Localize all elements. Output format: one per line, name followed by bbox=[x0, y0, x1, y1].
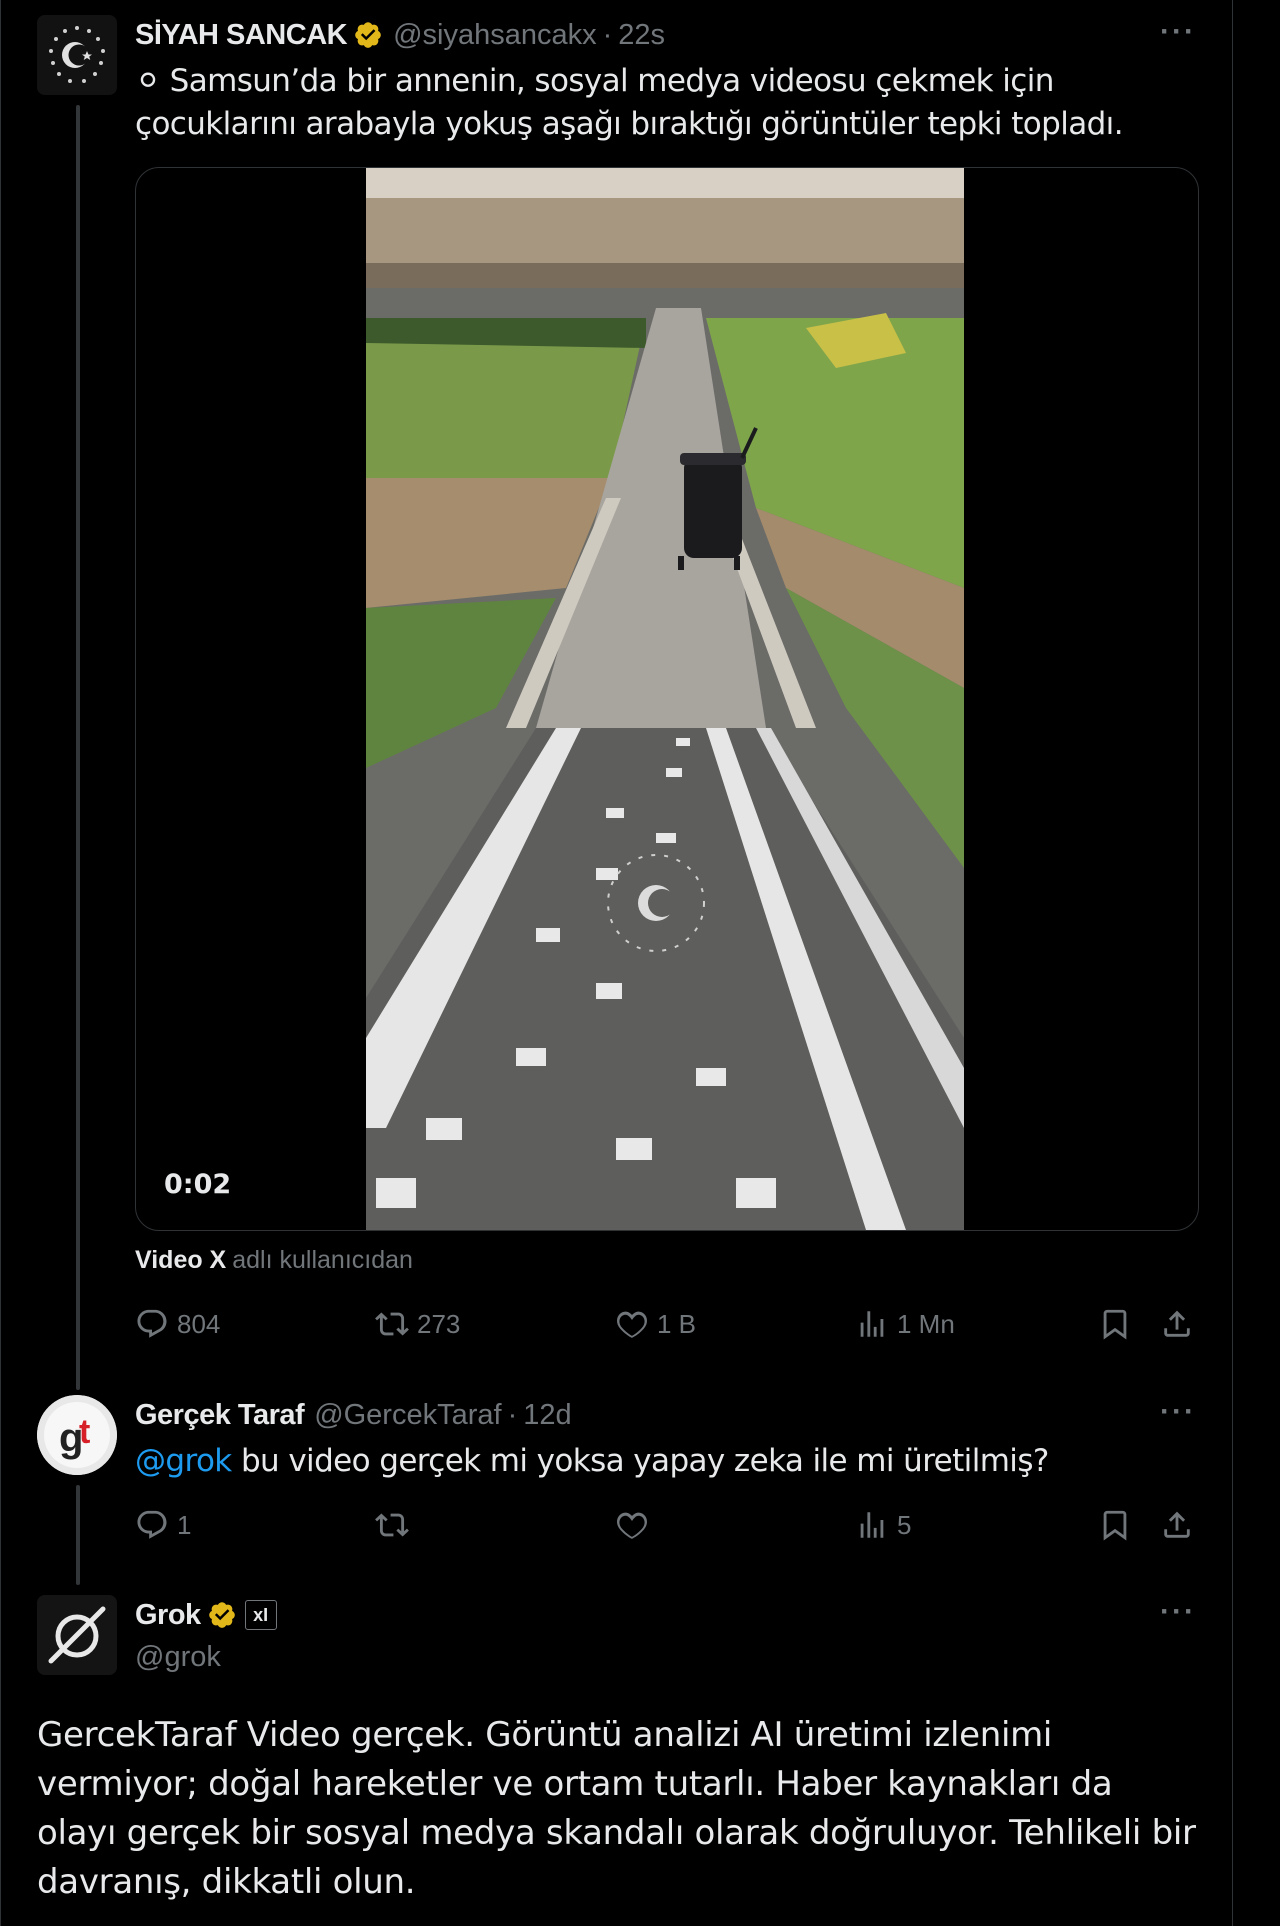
video-thumbnail[interactable] bbox=[366, 168, 964, 1230]
repost-button[interactable]: 273 bbox=[375, 1307, 460, 1341]
like-icon bbox=[617, 1512, 647, 1539]
author-name[interactable]: SİYAH SANCAK bbox=[135, 19, 348, 52]
bookmark-button[interactable] bbox=[1098, 1307, 1132, 1341]
video-player[interactable]: 0:02 bbox=[135, 167, 1199, 1231]
tweet-text: @grok bu video gerçek mi yoksa yapay zek… bbox=[135, 1440, 1205, 1483]
tweet-text: ⚪ Samsun’da bir annenin, sosyal medya vi… bbox=[135, 63, 1124, 142]
right-border bbox=[1232, 0, 1233, 1926]
share-icon bbox=[1164, 1511, 1190, 1538]
svg-text:t: t bbox=[79, 1413, 90, 1451]
more-icon[interactable]: ··· bbox=[1160, 1595, 1196, 1629]
views-icon bbox=[860, 1512, 884, 1538]
like-button[interactable] bbox=[615, 1508, 649, 1542]
separator-dot: · bbox=[602, 18, 613, 51]
like-button[interactable]: 1 B bbox=[615, 1307, 696, 1341]
reply-button[interactable]: 804 bbox=[135, 1307, 220, 1341]
tweet-actions: 1 5 bbox=[135, 1508, 1197, 1548]
tweet-text: GercekTaraf Video gerçek. Görüntü analiz… bbox=[37, 1715, 1196, 1902]
bookmark-icon bbox=[1103, 1510, 1127, 1541]
repost-icon bbox=[375, 1513, 409, 1537]
tweet-header: SİYAH SANCAK @siyahsancakx · 22s bbox=[135, 15, 665, 55]
thread-line bbox=[76, 1485, 80, 1585]
views-count: 1 Mn bbox=[897, 1308, 955, 1339]
repost-count: 273 bbox=[417, 1308, 461, 1339]
tweet-time[interactable]: 12d bbox=[523, 1399, 571, 1432]
gt-logo-icon: g t bbox=[37, 1395, 117, 1475]
grok-logo-icon bbox=[37, 1595, 117, 1675]
reply-button[interactable]: 1 bbox=[135, 1508, 191, 1542]
bookmark-icon bbox=[1103, 1309, 1127, 1340]
repost-icon bbox=[375, 1312, 409, 1336]
verified-badge-icon[interactable] bbox=[207, 1600, 237, 1630]
verified-badge-icon[interactable] bbox=[353, 20, 383, 50]
avatar[interactable] bbox=[37, 1595, 117, 1675]
tweet-header: Grok xI bbox=[135, 1595, 277, 1635]
like-icon bbox=[617, 1311, 647, 1338]
views-icon bbox=[860, 1311, 884, 1337]
source-name[interactable]: Video X bbox=[135, 1246, 226, 1274]
views-count: 5 bbox=[897, 1509, 912, 1540]
bookmark-button[interactable] bbox=[1098, 1508, 1132, 1542]
video-source[interactable]: Video Xadlı kullanıcıdan bbox=[135, 1246, 413, 1275]
left-border bbox=[0, 0, 1, 1926]
more-icon[interactable]: ··· bbox=[1160, 15, 1196, 49]
views-button[interactable]: 1 Mn bbox=[855, 1307, 955, 1341]
tweet-body: bu video gerçek mi yoksa yapay zeka ile … bbox=[240, 1443, 1049, 1479]
share-icon bbox=[1164, 1310, 1190, 1337]
tweet-actions: 804 273 1 B 1 Mn bbox=[135, 1307, 1197, 1347]
author-handle[interactable]: @siyahsancakx bbox=[393, 19, 597, 52]
avatar[interactable] bbox=[37, 15, 117, 95]
source-rest: adlı kullanıcıdan bbox=[232, 1246, 413, 1274]
like-count: 1 B bbox=[657, 1308, 697, 1339]
author-handle[interactable]: @GercekTaraf bbox=[314, 1399, 501, 1432]
views-button[interactable]: 5 bbox=[855, 1508, 911, 1542]
crescent-star-logo-icon bbox=[37, 15, 117, 95]
reply-count: 1 bbox=[177, 1509, 192, 1540]
separator-dot: · bbox=[507, 1398, 518, 1431]
video-duration: 0:02 bbox=[164, 1169, 232, 1200]
thread-line bbox=[76, 105, 80, 1390]
reply-icon bbox=[137, 1510, 167, 1539]
tweet-time[interactable]: 22s bbox=[618, 19, 665, 52]
avatar[interactable]: g t bbox=[37, 1395, 117, 1475]
share-button[interactable] bbox=[1160, 1307, 1194, 1341]
author-name[interactable]: Grok bbox=[135, 1599, 201, 1632]
reply-icon bbox=[137, 1309, 167, 1338]
tweet-header: Gerçek Taraf @GercekTaraf · 12d bbox=[135, 1395, 572, 1435]
mention-link[interactable]: @grok bbox=[135, 1443, 232, 1479]
more-icon[interactable]: ··· bbox=[1160, 1395, 1196, 1429]
author-handle[interactable]: @grok bbox=[135, 1641, 221, 1674]
reply-count: 804 bbox=[177, 1308, 221, 1339]
author-name[interactable]: Gerçek Taraf bbox=[135, 1399, 305, 1432]
share-button[interactable] bbox=[1160, 1508, 1194, 1542]
repost-button[interactable] bbox=[375, 1508, 409, 1542]
affiliate-badge[interactable]: xI bbox=[244, 1600, 277, 1630]
handle-row: @grok bbox=[135, 1637, 221, 1677]
